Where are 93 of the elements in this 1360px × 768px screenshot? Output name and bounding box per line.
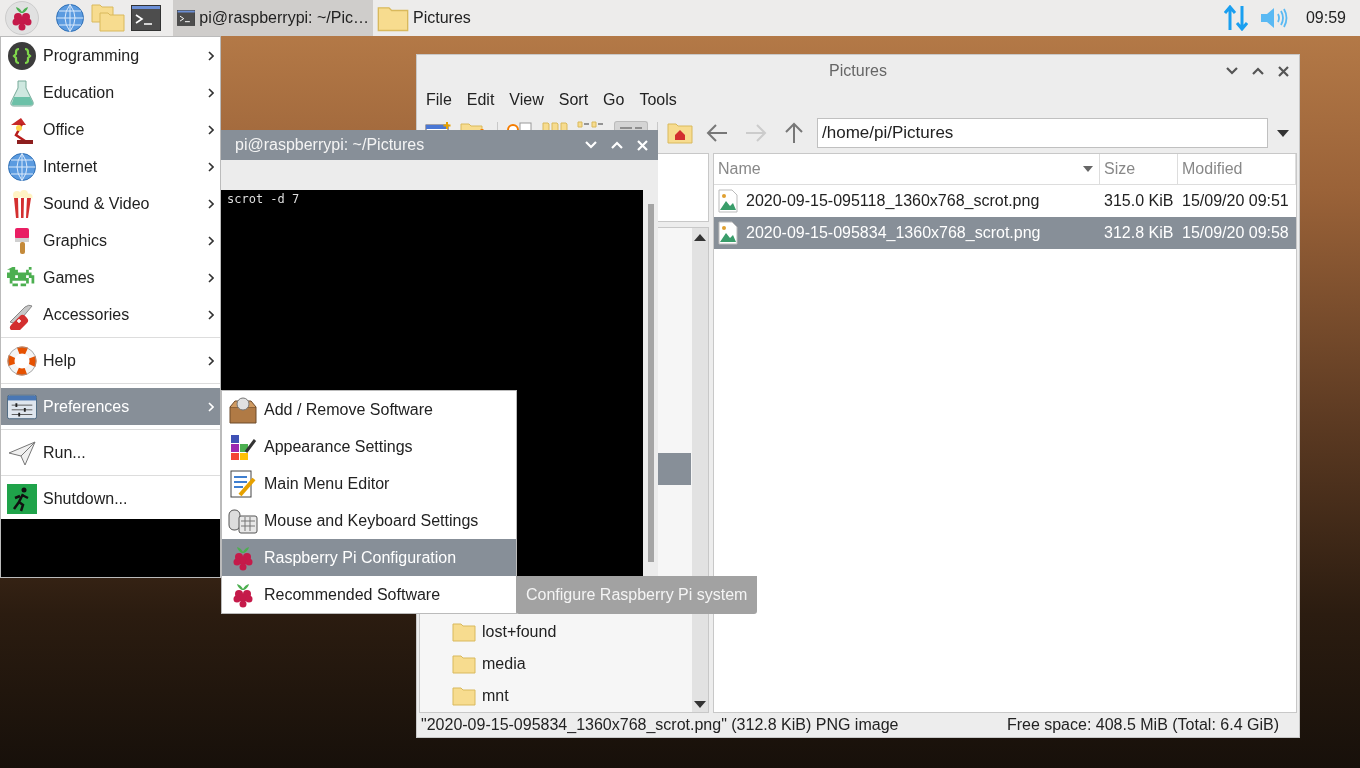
path-field[interactable]: /home/pi/Pictures bbox=[817, 118, 1268, 148]
menu-item[interactable]: Go bbox=[603, 91, 625, 109]
scroll-down-arrow-icon[interactable] bbox=[694, 701, 706, 708]
menu-item[interactable]: Recommended Software bbox=[222, 576, 516, 613]
close-icon[interactable] bbox=[1278, 65, 1289, 77]
flask-icon bbox=[7, 77, 37, 108]
file-modified: 15/09/20 09:58 bbox=[1181, 224, 1290, 242]
back-arrow-icon[interactable] bbox=[706, 123, 728, 143]
file-size: 312.8 KiB bbox=[1103, 224, 1175, 242]
menu-button[interactable] bbox=[5, 1, 39, 35]
chevron-right-icon bbox=[208, 272, 214, 283]
folder-icon bbox=[452, 622, 476, 642]
scrollbar[interactable] bbox=[643, 190, 658, 576]
menu-item[interactable]: Accessories bbox=[1, 296, 220, 333]
column-header[interactable]: Modified bbox=[1178, 154, 1296, 184]
menu-item[interactable]: Appearance Settings bbox=[222, 428, 516, 465]
raspberry-icon bbox=[10, 5, 34, 31]
menu-item[interactable]: Office bbox=[1, 111, 220, 148]
chevron-right-icon bbox=[208, 124, 214, 135]
chevron-right-icon bbox=[208, 235, 214, 246]
scroll-up-arrow-icon[interactable] bbox=[694, 234, 706, 241]
network-arrows-icon[interactable] bbox=[1223, 5, 1248, 31]
maximize-icon[interactable] bbox=[1252, 67, 1264, 75]
document-pencil-icon bbox=[228, 468, 258, 499]
chevron-right-icon bbox=[208, 309, 214, 320]
chevron-right-icon bbox=[208, 50, 214, 61]
running-man-icon bbox=[7, 483, 37, 514]
image-file-icon bbox=[718, 189, 738, 213]
clock[interactable]: 09:59 bbox=[1305, 9, 1346, 27]
compact-view-icon[interactable] bbox=[577, 121, 605, 130]
package-icon bbox=[228, 394, 258, 425]
folder-icon bbox=[452, 654, 476, 674]
browser-launcher[interactable] bbox=[53, 1, 87, 35]
home-icon[interactable] bbox=[667, 122, 693, 144]
menu-item[interactable]: Graphics bbox=[1, 222, 220, 259]
raspberry-icon bbox=[231, 544, 255, 571]
folder-name[interactable]: mnt bbox=[482, 687, 509, 705]
globe-icon bbox=[7, 151, 37, 182]
folder-icon bbox=[452, 686, 476, 706]
minimize-icon[interactable] bbox=[1226, 67, 1238, 75]
menu-item[interactable]: Tools bbox=[639, 91, 677, 109]
dropdown-caret-icon[interactable] bbox=[1277, 129, 1289, 137]
menu-item[interactable]: Help bbox=[1, 342, 220, 379]
chevron-right-icon bbox=[208, 198, 214, 209]
file-size: 315.0 KiB bbox=[1103, 192, 1175, 210]
terminal-line: scrot -d 7 bbox=[227, 192, 301, 206]
braces-icon bbox=[7, 40, 37, 71]
menu-item[interactable]: Sound & Video bbox=[1, 185, 220, 222]
chevron-right-icon bbox=[208, 401, 214, 412]
chevron-right-icon bbox=[208, 161, 214, 172]
icon-view-icon[interactable] bbox=[507, 121, 533, 130]
thumbnail-view-icon[interactable] bbox=[542, 121, 568, 130]
taskbar-button[interactable]: Pictures bbox=[373, 0, 573, 36]
folder-name[interactable]: lost+found bbox=[482, 623, 557, 641]
file-modified: 15/09/20 09:51 bbox=[1181, 192, 1290, 210]
menu-item[interactable]: View bbox=[509, 91, 544, 109]
terminal-icon bbox=[131, 5, 161, 31]
column-header[interactable]: Name bbox=[714, 154, 1100, 184]
status-text: "2020-09-15-095834_1360x768_scrot.png" (312.8 KiB) PNG image bbox=[421, 716, 899, 734]
folder-name[interactable]: media bbox=[482, 655, 526, 673]
menu-item[interactable]: Edit bbox=[466, 91, 495, 109]
image-file-icon bbox=[718, 221, 738, 245]
folder-icon bbox=[377, 4, 409, 32]
file-row[interactable]: 2020-09-15-095118_1360x768_scrot.png 315.0 KiB 15/09/20 09:51 bbox=[714, 185, 1296, 217]
folders-icon bbox=[91, 4, 125, 32]
sliders-icon bbox=[7, 393, 37, 420]
up-arrow-icon[interactable] bbox=[784, 122, 804, 144]
taskbar-button[interactable]: pi@raspberrypi: ~/Pic… bbox=[173, 0, 373, 36]
chevron-right-icon bbox=[208, 355, 214, 366]
tooltip: Configure Raspberry Pi system bbox=[516, 576, 758, 614]
menu-item[interactable]: Shutdown... bbox=[1, 480, 220, 517]
column-header[interactable]: Size bbox=[1100, 154, 1178, 184]
menu-item[interactable]: Games bbox=[1, 259, 220, 296]
lifebuoy-icon bbox=[7, 345, 37, 376]
file-name: 2020-09-15-095834_1360x768_scrot.png bbox=[746, 224, 1041, 242]
menu-item[interactable]: Programming bbox=[1, 37, 220, 74]
globe-icon bbox=[55, 3, 85, 33]
menu-item[interactable]: Main Menu Editor bbox=[222, 465, 516, 502]
free-space-text: Free space: 408.5 MiB (Total: 6.4 GiB) bbox=[1006, 716, 1279, 734]
volume-icon[interactable] bbox=[1259, 7, 1288, 29]
file-name: 2020-09-15-095118_1360x768_scrot.png bbox=[746, 192, 1040, 210]
raspberry-icon bbox=[231, 581, 255, 608]
menu-item[interactable]: Sort bbox=[558, 91, 589, 109]
window-title: Pictures bbox=[829, 62, 887, 80]
menu-item[interactable]: File bbox=[426, 91, 452, 109]
menu-item[interactable]: Add / Remove Software bbox=[222, 391, 516, 428]
sort-caret-icon bbox=[1083, 166, 1093, 172]
chevron-right-icon bbox=[208, 87, 214, 98]
window-title: pi@raspberrypi: ~/Pictures bbox=[235, 136, 425, 154]
menu-item[interactable]: Run... bbox=[1, 434, 220, 471]
menu-item[interactable]: Mouse and Keyboard Settings bbox=[222, 502, 516, 539]
menu-item[interactable]: Internet bbox=[1, 148, 220, 185]
menu-item[interactable]: Education bbox=[1, 74, 220, 111]
